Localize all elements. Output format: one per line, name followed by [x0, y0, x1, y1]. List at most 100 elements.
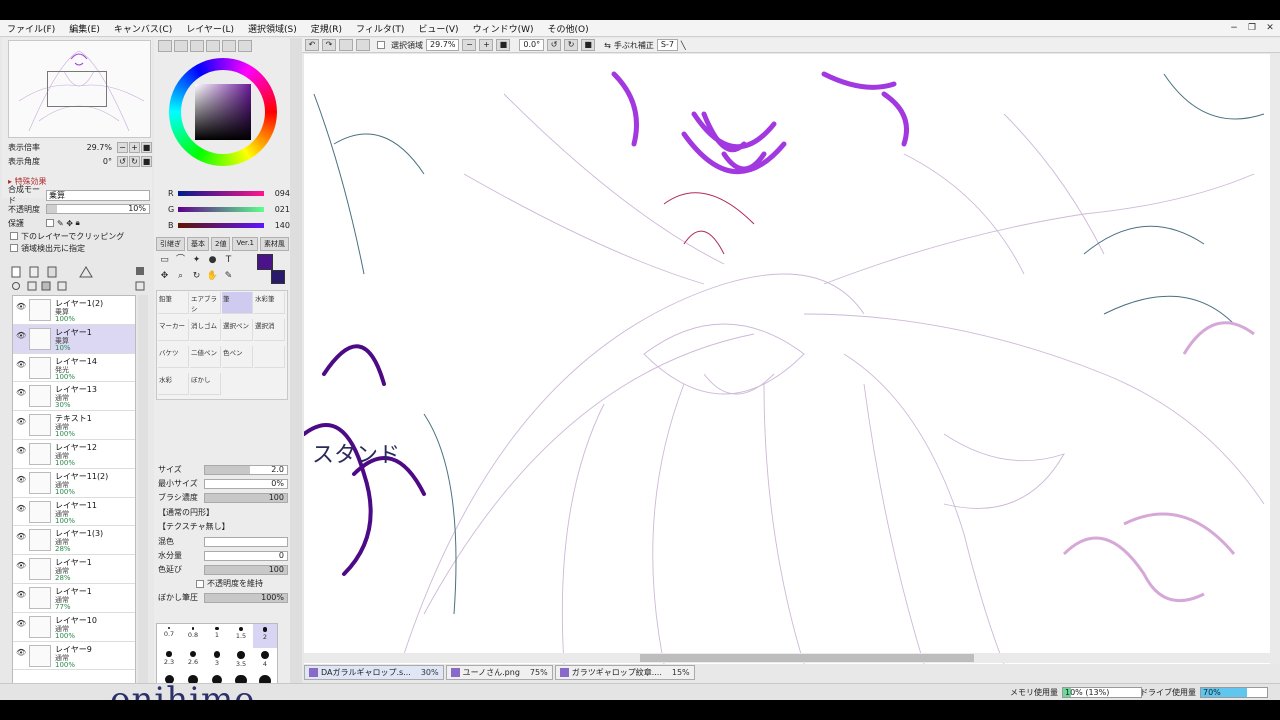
brush-preset[interactable]: [254, 346, 285, 368]
canvas-zoom-reset-button[interactable]: ■: [496, 39, 511, 51]
layer-row[interactable]: 👁︎ レイヤー12 通常 100%: [13, 439, 135, 469]
swatch-mode-button[interactable]: [222, 40, 236, 52]
tool-tab-ver1[interactable]: Ver.1: [232, 237, 258, 251]
menu-ruler[interactable]: 定規(R): [304, 22, 349, 35]
layer-row[interactable]: 👁︎ レイヤー1(2) 乗算 100%: [13, 296, 135, 325]
drawing-canvas[interactable]: スタンド: [304, 54, 1270, 664]
hand-tool-icon[interactable]: ✋: [206, 270, 219, 283]
rgb-mode-button[interactable]: [174, 40, 188, 52]
brush-preset[interactable]: バケツ: [158, 346, 189, 368]
brush-preset[interactable]: マーカー: [158, 319, 189, 341]
pen-icon[interactable]: ✎: [57, 219, 64, 228]
layer-menu-icon[interactable]: [135, 281, 145, 291]
menu-layer[interactable]: レイヤー(L): [179, 22, 241, 35]
layer-row[interactable]: 👁︎ レイヤー1 通常 28%: [13, 555, 135, 584]
tool-tab-basic[interactable]: 基本: [187, 237, 209, 251]
document-tab[interactable]: DAガラルギャロップ.s... 30%: [304, 665, 444, 680]
selection-visible-checkbox[interactable]: [377, 41, 385, 49]
color-wheel[interactable]: [169, 58, 277, 166]
visibility-eye-icon[interactable]: 👁︎: [16, 417, 26, 426]
brush-texture-row[interactable]: 【テクスチャ無し】: [156, 520, 288, 533]
layer-row[interactable]: 👁︎ レイヤー1 乗算 10%: [13, 324, 135, 354]
move-icon[interactable]: ✥: [66, 219, 73, 228]
red-slider[interactable]: [178, 191, 264, 196]
color-wheel-mode-button[interactable]: [158, 40, 172, 52]
menu-selection[interactable]: 選択領域(S): [241, 22, 304, 35]
mask-icon[interactable]: [79, 266, 93, 278]
brush-size-preset[interactable]: 2: [253, 624, 277, 648]
density-slider[interactable]: 100: [204, 492, 288, 503]
menu-canvas[interactable]: キャンバス(C): [107, 22, 179, 35]
undo-icon[interactable]: ↶: [305, 39, 319, 51]
brush-size-preset[interactable]: 1.5: [229, 624, 253, 648]
visibility-eye-icon[interactable]: 👁︎: [16, 648, 26, 657]
brush-size-preset[interactable]: 3.5: [229, 648, 253, 672]
visibility-eye-icon[interactable]: 👁︎: [16, 475, 26, 484]
water-slider[interactable]: 0: [204, 550, 288, 561]
navigator-thumbnail[interactable]: [8, 40, 151, 138]
green-slider[interactable]: [178, 207, 264, 212]
canvas-rotate-right-button[interactable]: ↻: [564, 39, 579, 51]
transfer-down-icon[interactable]: [12, 282, 20, 290]
canvas-zoom-field[interactable]: 29.7%: [426, 39, 460, 51]
mixer-mode-button[interactable]: [206, 40, 220, 52]
selection-source-row[interactable]: 領域検出元に指定: [2, 242, 152, 254]
opacity-slider[interactable]: 10%: [46, 204, 150, 214]
blend-slider[interactable]: [204, 536, 288, 547]
brush-preset[interactable]: 水彩: [158, 373, 189, 395]
menu-file[interactable]: ファイル(F): [0, 22, 62, 35]
keep-opacity-row[interactable]: 不透明度を維持: [156, 577, 288, 590]
brush-size-preset[interactable]: 2.3: [157, 648, 181, 672]
invert-selection-icon[interactable]: [356, 39, 370, 51]
stretch-slider[interactable]: 100: [204, 564, 288, 575]
brush-preset[interactable]: 筆: [222, 292, 253, 314]
clipping-row[interactable]: 下のレイヤーでクリッピング: [2, 230, 152, 242]
canvas-horizontal-scrollbar[interactable]: [304, 653, 1270, 663]
brush-preset[interactable]: 鉛筆: [158, 292, 189, 314]
new-set-icon[interactable]: [29, 266, 39, 278]
zoom-out-button[interactable]: −: [117, 141, 128, 153]
merge-down-icon[interactable]: [27, 281, 37, 291]
layer-row[interactable]: 👁︎ テキスト1 通常 100%: [13, 411, 135, 440]
magic-wand-icon[interactable]: ✦: [190, 254, 203, 267]
keep-opacity-checkbox[interactable]: [196, 579, 204, 588]
visibility-eye-icon[interactable]: 👁︎: [16, 446, 26, 455]
flip-icon[interactable]: ⇆: [604, 41, 611, 50]
visibility-eye-icon[interactable]: 👁︎: [16, 590, 26, 599]
lock-icon[interactable]: 🔒︎: [76, 218, 80, 228]
brush-size-preset[interactable]: 3: [205, 648, 229, 672]
brush-size-preset[interactable]: 1: [205, 624, 229, 648]
new-layer-icon[interactable]: [11, 266, 21, 278]
redo-icon[interactable]: ↷: [322, 39, 336, 51]
eyedropper-icon[interactable]: ✎: [222, 270, 235, 283]
close-icon[interactable]: ✕: [1264, 22, 1276, 34]
horizontal-scroll-thumb[interactable]: [640, 654, 974, 662]
deselect-icon[interactable]: [339, 39, 353, 51]
visibility-eye-icon[interactable]: 👁︎: [16, 532, 26, 541]
brush-preset[interactable]: エアブラシ: [190, 292, 221, 314]
document-tab[interactable]: ガラツギャロップ紋章.... 15%: [554, 665, 695, 680]
canvas-zoom-out-button[interactable]: −: [462, 39, 477, 51]
brush-size-preset[interactable]: 2.6: [181, 648, 205, 672]
visibility-eye-icon[interactable]: 👁︎: [16, 561, 26, 570]
brush-shape-row[interactable]: 【通常の円形】: [156, 506, 288, 519]
tool-tab-inherit[interactable]: 引継ぎ: [156, 237, 185, 251]
layer-row[interactable]: 👁︎ レイヤー14 発光 100%: [13, 353, 135, 383]
brush-size-slider[interactable]: 2.0: [204, 464, 288, 475]
menu-edit[interactable]: 編集(E): [62, 22, 107, 35]
brush-preset[interactable]: ぼかし: [190, 373, 221, 395]
sv-square[interactable]: [195, 84, 251, 140]
canvas-zoom-in-button[interactable]: +: [479, 39, 494, 51]
brush-size-preset[interactable]: 4: [253, 648, 277, 672]
pressure-line-icon[interactable]: ╲: [681, 41, 686, 50]
blue-slider[interactable]: [178, 223, 264, 228]
panel-splitter[interactable]: [290, 38, 302, 700]
visibility-eye-icon[interactable]: 👁︎: [16, 302, 26, 311]
brush-preset[interactable]: 選択ペン: [222, 319, 253, 341]
brush-preset[interactable]: 消しゴム: [190, 319, 221, 341]
panel-option-icon[interactable]: [136, 267, 144, 275]
layer-scrollbar[interactable]: [138, 295, 148, 690]
menu-view[interactable]: ビュー(V): [411, 22, 465, 35]
canvas-angle-field[interactable]: 0.0°: [519, 39, 545, 51]
visibility-eye-icon[interactable]: 👁︎: [16, 504, 26, 513]
